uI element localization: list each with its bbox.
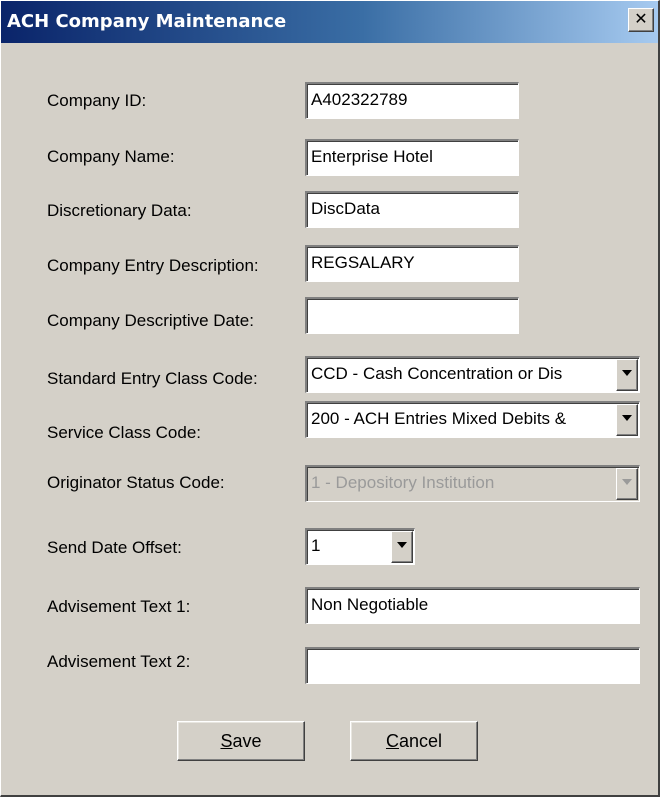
service-class-code-label: Service Class Code: <box>47 423 202 442</box>
send-date-offset-select[interactable]: 1 <box>305 528 415 565</box>
standard-entry-class-code-select[interactable]: CCD - Cash Concentration or Dis <box>305 356 640 393</box>
company-entry-description-label: Company Entry Description: <box>47 256 259 275</box>
ach-company-maintenance-dialog: ACH Company Maintenance ✕ Company ID: A4… <box>0 0 660 797</box>
window-title: ACH Company Maintenance <box>7 11 287 32</box>
save-button[interactable]: Save <box>177 721 305 761</box>
standard-entry-class-code-dropdown-button[interactable] <box>616 359 638 391</box>
save-button-mnemonic: S <box>220 731 233 751</box>
close-icon: ✕ <box>634 9 648 28</box>
company-name-field[interactable]: Enterprise Hotel <box>305 139 519 176</box>
originator-status-code-label: Originator Status Code: <box>47 473 225 492</box>
company-entry-description-field[interactable]: REGSALARY <box>305 245 519 282</box>
advisement-text-2-field[interactable] <box>305 647 640 684</box>
standard-entry-class-code-value: CCD - Cash Concentration or Dis <box>311 364 563 383</box>
advisement-text-1-label: Advisement Text 1: <box>47 597 191 616</box>
chevron-down-icon <box>622 415 632 421</box>
company-descriptive-date-field[interactable] <box>305 297 519 334</box>
company-id-label: Company ID: <box>47 91 147 110</box>
chevron-down-icon <box>622 370 632 376</box>
standard-entry-class-code-label: Standard Entry Class Code: <box>47 369 258 388</box>
cancel-button[interactable]: Cancel <box>350 721 478 761</box>
service-class-code-dropdown-button[interactable] <box>616 404 638 436</box>
chevron-down-icon <box>397 542 407 548</box>
discretionary-data-field[interactable]: DiscData <box>305 191 519 228</box>
cancel-button-mnemonic: C <box>385 731 399 751</box>
service-class-code-value: 200 - ACH Entries Mixed Debits & <box>311 409 567 428</box>
send-date-offset-label: Send Date Offset: <box>47 538 182 557</box>
originator-status-code-dropdown-button <box>616 468 638 500</box>
send-date-offset-dropdown-button[interactable] <box>391 531 413 563</box>
send-date-offset-value: 1 <box>311 536 321 555</box>
originator-status-code-select: 1 - Depository Institution <box>305 465 640 502</box>
company-name-label: Company Name: <box>47 147 175 166</box>
discretionary-data-label: Discretionary Data: <box>47 201 192 220</box>
company-descriptive-date-label: Company Descriptive Date: <box>47 311 254 330</box>
save-button-label: ave <box>232 731 262 751</box>
advisement-text-2-label: Advisement Text 2: <box>47 652 191 671</box>
chevron-down-icon <box>622 479 632 485</box>
advisement-text-1-field[interactable]: Non Negotiable <box>305 587 640 624</box>
close-button[interactable]: ✕ <box>628 8 654 32</box>
company-id-field[interactable]: A402322789 <box>305 82 519 119</box>
cancel-button-label: ancel <box>398 731 443 751</box>
originator-status-code-value: 1 - Depository Institution <box>311 473 495 492</box>
title-bar[interactable]: ACH Company Maintenance ✕ <box>1 1 658 43</box>
service-class-code-select[interactable]: 200 - ACH Entries Mixed Debits & <box>305 401 640 438</box>
